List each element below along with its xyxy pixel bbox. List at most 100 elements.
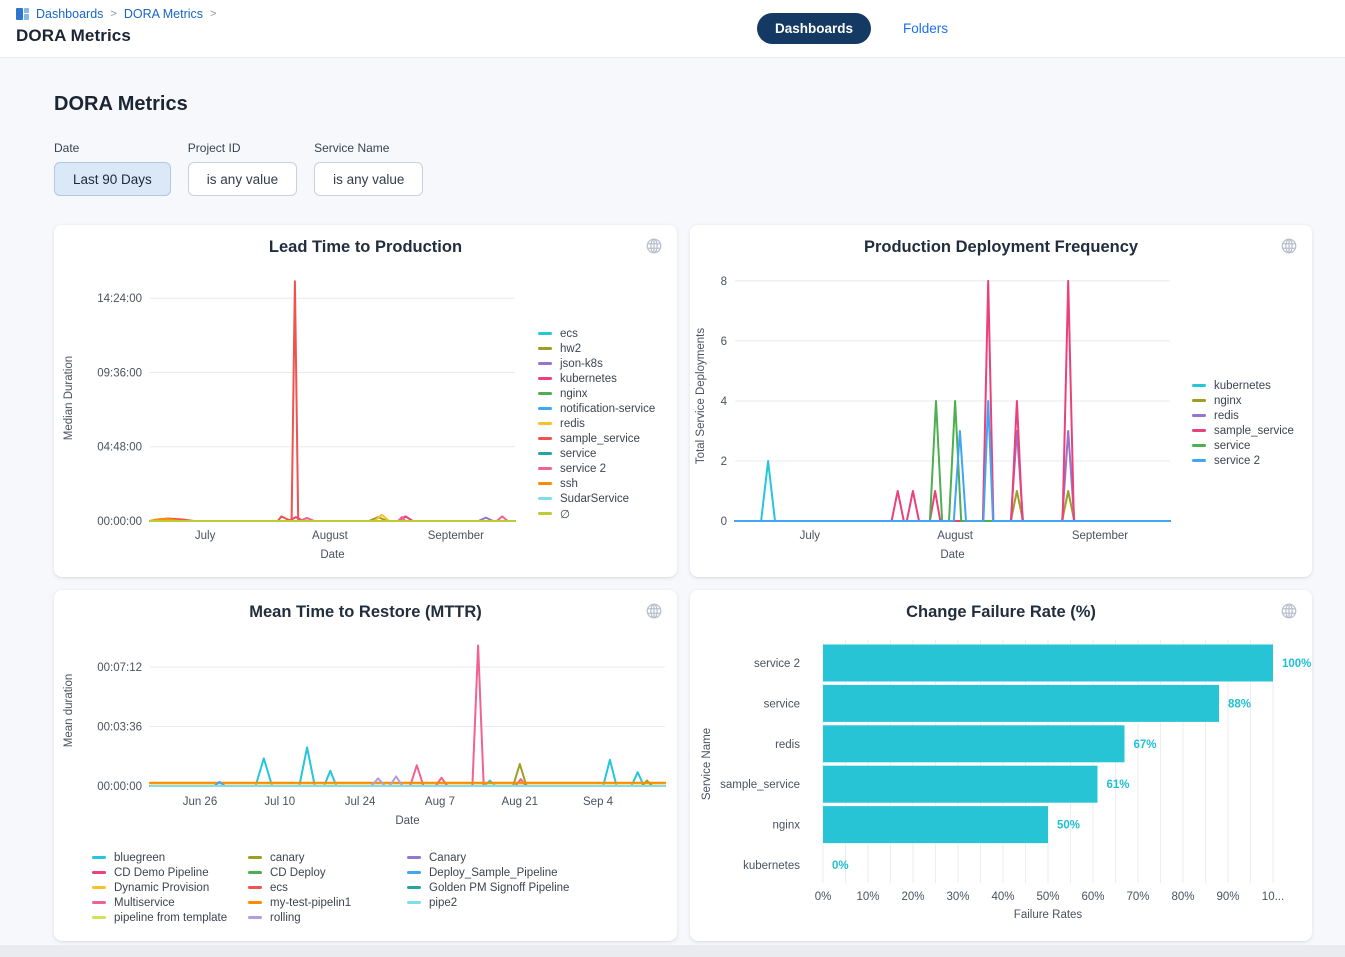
x-tick-label: July bbox=[195, 530, 216, 542]
legend-label: Canary bbox=[429, 852, 466, 864]
x-tick-label: Jun 26 bbox=[183, 796, 218, 808]
legend-swatch bbox=[538, 437, 552, 440]
x-tick-label: August bbox=[312, 530, 349, 542]
legend-label: kubernetes bbox=[1214, 380, 1271, 392]
legend-item[interactable]: Golden PM Signoff Pipeline bbox=[407, 880, 569, 895]
breadcrumb: Dashboards > DORA Metrics > bbox=[16, 7, 1345, 21]
legend-item[interactable]: Canary bbox=[407, 850, 569, 865]
legend-label: sample_service bbox=[1214, 425, 1294, 437]
legend-label: SudarService bbox=[560, 493, 629, 505]
filter-service-name-value[interactable]: is any value bbox=[314, 162, 423, 196]
legend-item[interactable]: ssh bbox=[538, 476, 655, 491]
filter-project-id-label: Project ID bbox=[188, 141, 297, 155]
legend-item[interactable]: sample_service bbox=[538, 431, 655, 446]
breadcrumb-link-dora-metrics[interactable]: DORA Metrics bbox=[124, 7, 203, 21]
series-sample_service bbox=[150, 281, 515, 521]
legend-label: redis bbox=[1214, 410, 1239, 422]
legend-item[interactable]: pipeline from template bbox=[92, 910, 227, 925]
view-tabs: Dashboards Folders bbox=[757, 13, 954, 44]
legend-swatch bbox=[538, 467, 552, 470]
x-tick-label: 40% bbox=[991, 891, 1014, 903]
breadcrumb-separator: > bbox=[110, 8, 116, 20]
legend-label: service bbox=[560, 448, 596, 460]
legend-item[interactable]: sample_service bbox=[1192, 423, 1294, 438]
x-tick-label: 20% bbox=[901, 891, 924, 903]
legend-label: ∅ bbox=[560, 507, 570, 521]
legend-item[interactable]: canary bbox=[248, 850, 351, 865]
y-tick-label: 00:03:36 bbox=[97, 721, 142, 733]
legend-label: canary bbox=[270, 852, 305, 864]
legend-item[interactable]: redis bbox=[538, 416, 655, 431]
legend-item[interactable]: service 2 bbox=[538, 461, 655, 476]
legend-item[interactable]: Dynamic Provision bbox=[92, 880, 227, 895]
legend-item[interactable]: SudarService bbox=[538, 491, 655, 506]
legend-swatch bbox=[407, 886, 421, 889]
x-tick-label: Aug 7 bbox=[425, 796, 455, 808]
y-tick-label: 6 bbox=[721, 336, 727, 348]
filter-date: Date Last 90 Days bbox=[54, 141, 171, 196]
legend-item[interactable]: notification-service bbox=[538, 401, 655, 416]
filter-project-id-value[interactable]: is any value bbox=[188, 162, 297, 196]
chart-legend: kubernetesnginxredissample_serviceservic… bbox=[1192, 378, 1294, 468]
filter-date-value[interactable]: Last 90 Days bbox=[54, 162, 171, 196]
legend-item[interactable]: CD Demo Pipeline bbox=[92, 865, 227, 880]
chart-legend-column: CanaryDeploy_Sample_Pipeline Golden PM Si… bbox=[407, 850, 569, 910]
legend-item[interactable]: rolling bbox=[248, 910, 351, 925]
legend-item[interactable]: ∅ bbox=[538, 506, 655, 521]
legend-item[interactable]: Deploy_Sample_Pipeline bbox=[407, 865, 569, 880]
y-tick-label: 00:00:00 bbox=[97, 781, 142, 793]
legend-swatch bbox=[538, 482, 552, 485]
legend-item[interactable]: CD Deploy bbox=[248, 865, 351, 880]
legend-item[interactable]: bluegreen bbox=[92, 850, 227, 865]
legend-item[interactable]: ecs bbox=[248, 880, 351, 895]
legend-item[interactable]: Multiservice bbox=[92, 895, 227, 910]
legend-label: json-k8s bbox=[560, 358, 603, 370]
legend-swatch bbox=[538, 452, 552, 455]
card-production-deployment-frequency: Production Deployment Frequency 02468Jul… bbox=[690, 225, 1312, 577]
legend-item[interactable]: pipe2 bbox=[407, 895, 569, 910]
legend-swatch bbox=[1192, 444, 1206, 447]
legend-label: rolling bbox=[270, 912, 301, 924]
legend-item[interactable]: redis bbox=[1192, 408, 1294, 423]
legend-label: nginx bbox=[1214, 395, 1242, 407]
legend-item[interactable]: kubernetes bbox=[538, 371, 655, 386]
legend-label: ecs bbox=[560, 328, 578, 340]
legend-item[interactable]: nginx bbox=[538, 386, 655, 401]
legend-swatch bbox=[1192, 384, 1206, 387]
legend-item[interactable]: service bbox=[538, 446, 655, 461]
legend-swatch bbox=[538, 407, 552, 410]
legend-item[interactable]: kubernetes bbox=[1192, 378, 1294, 393]
legend-item[interactable]: service 2 bbox=[1192, 453, 1294, 468]
legend-item[interactable]: json-k8s bbox=[538, 356, 655, 371]
legend-item[interactable]: service bbox=[1192, 438, 1294, 453]
x-tick-label: 70% bbox=[1126, 891, 1149, 903]
bottom-strip bbox=[0, 945, 1345, 957]
bar-service 2 bbox=[823, 645, 1273, 682]
legend-swatch bbox=[538, 392, 552, 395]
breadcrumb-link-dashboards[interactable]: Dashboards bbox=[36, 7, 103, 21]
x-tick-label: 0% bbox=[815, 891, 832, 903]
legend-label: redis bbox=[560, 418, 585, 430]
x-tick-label: Sep 4 bbox=[583, 796, 614, 808]
series-bluegreen bbox=[150, 747, 665, 786]
tab-dashboards[interactable]: Dashboards bbox=[757, 13, 871, 44]
legend-label: my-test-pipelin1 bbox=[270, 897, 351, 909]
x-tick-label: 10... bbox=[1262, 891, 1284, 903]
legend-swatch bbox=[248, 871, 262, 874]
legend-item[interactable]: ecs bbox=[538, 326, 655, 341]
legend-label: pipeline from template bbox=[114, 912, 227, 924]
y-tick-label: 0 bbox=[721, 516, 727, 528]
legend-item[interactable]: nginx bbox=[1192, 393, 1294, 408]
dora-metrics-page: { "header": { "breadcrumb": { "items": [… bbox=[0, 0, 1345, 957]
legend-swatch bbox=[407, 871, 421, 874]
legend-label: Golden PM Signoff Pipeline bbox=[429, 882, 569, 894]
y-tick-label: 00:07:12 bbox=[97, 662, 142, 674]
bar-redis bbox=[823, 725, 1125, 762]
legend-item[interactable]: my-test-pipelin1 bbox=[248, 895, 351, 910]
tab-folders[interactable]: Folders bbox=[897, 20, 954, 37]
filter-service-name-label: Service Name bbox=[314, 141, 423, 155]
legend-item[interactable]: hw2 bbox=[538, 341, 655, 356]
category-label: kubernetes bbox=[743, 860, 800, 872]
value-label: 0% bbox=[832, 860, 849, 872]
legend-swatch bbox=[1192, 459, 1206, 462]
